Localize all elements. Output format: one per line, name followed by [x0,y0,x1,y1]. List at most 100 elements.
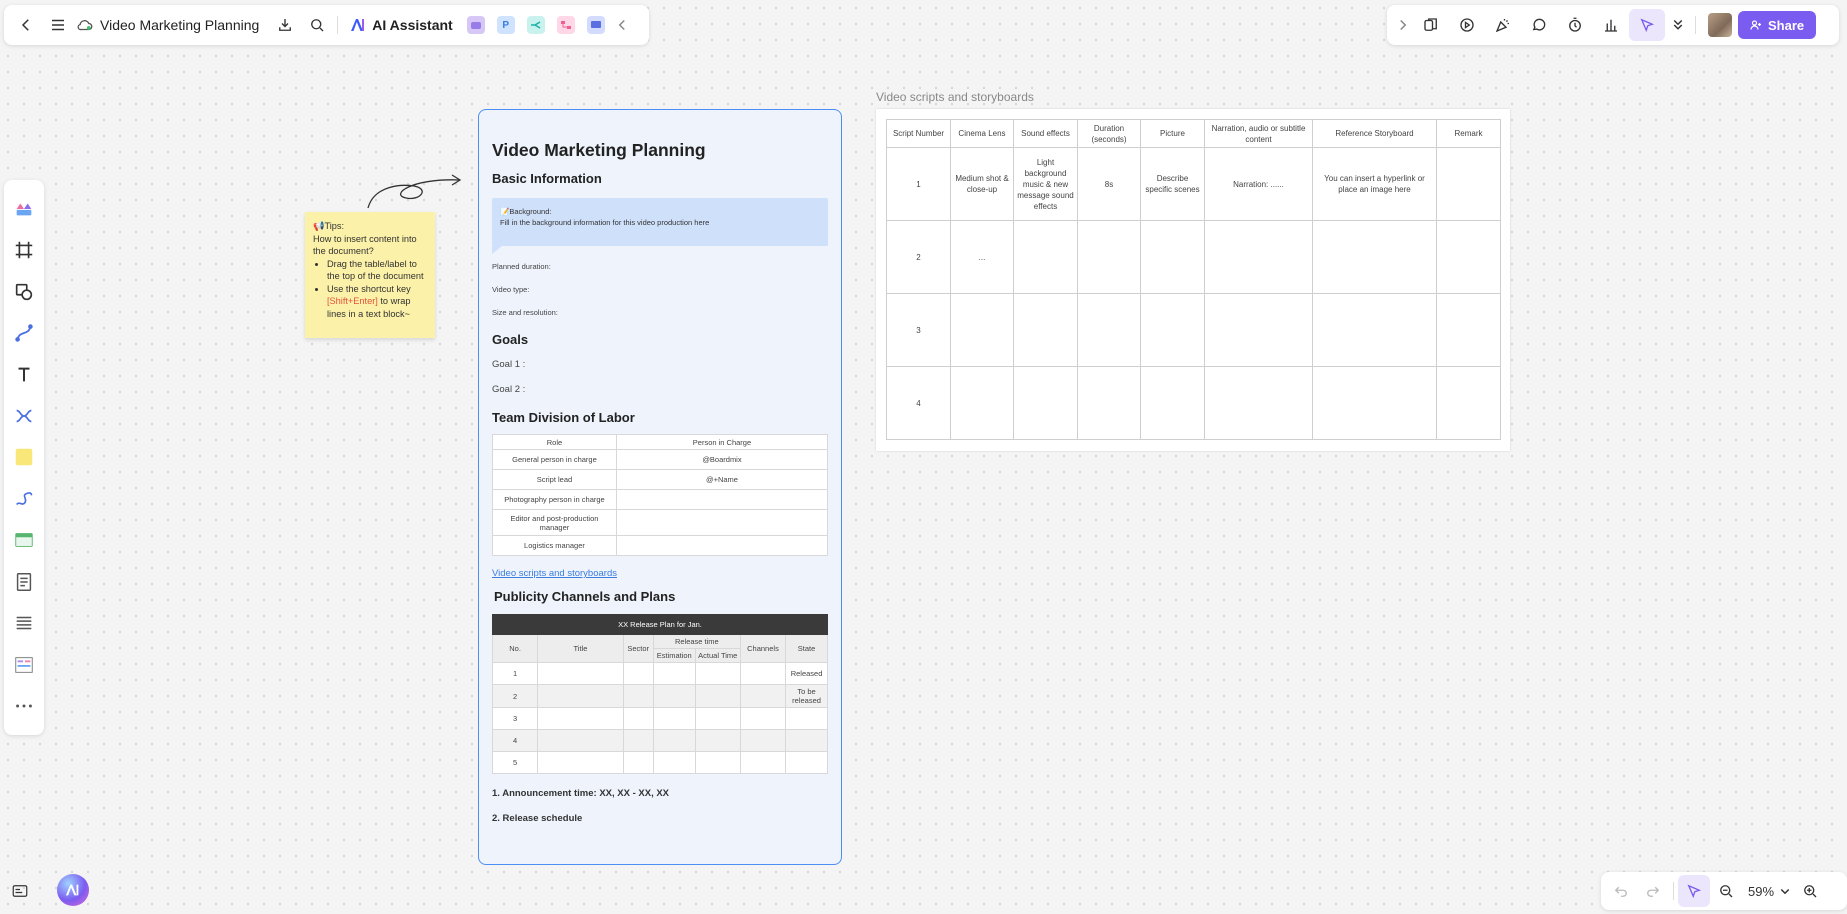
storyboard-link[interactable]: Video scripts and storyboards [492,568,828,579]
release-cell[interactable]: 3 [491,707,539,730]
sb-cell[interactable]: Narration: ...... [1204,147,1313,221]
storyboard-frame-title[interactable]: Video scripts and storyboards [876,90,1034,104]
sb-cell[interactable]: Describe specific scenes [1140,147,1205,221]
release-cell[interactable] [739,729,787,752]
share-button[interactable]: Share [1738,11,1817,39]
sb-cell[interactable]: 4 [886,366,951,440]
sb-cell[interactable] [1436,293,1501,367]
collapse-chevron-icon[interactable] [611,9,633,41]
present-play-icon[interactable] [1449,9,1485,41]
release-cell[interactable] [785,707,828,730]
sb-cell[interactable] [1312,293,1437,367]
template-icon[interactable] [1413,9,1449,41]
sb-cell[interactable]: 1 [886,147,951,221]
ai-orb-button[interactable] [57,874,89,906]
release-cell[interactable]: To be released [785,684,828,708]
sb-cell[interactable] [1204,293,1313,367]
redo-icon[interactable] [1637,875,1669,907]
shape-icon[interactable] [8,274,40,310]
release-cell[interactable] [537,707,624,730]
release-cell[interactable] [739,662,787,685]
release-cell[interactable] [622,684,654,708]
release-cell[interactable] [622,662,654,685]
release-cell[interactable]: Released [785,662,828,685]
sb-cell[interactable]: 3 [886,293,951,367]
sb-cell[interactable] [1077,220,1141,294]
team-cell[interactable]: Logistics manager [492,535,617,556]
document-icon[interactable] [8,564,40,600]
zoom-in-icon[interactable] [1794,875,1826,907]
release-cell[interactable]: 4 [491,729,539,752]
sb-cell[interactable] [1077,293,1141,367]
team-cell[interactable] [615,489,829,510]
search-icon[interactable] [301,9,333,41]
release-cell[interactable] [622,729,654,752]
team-cell[interactable]: @+Name [615,469,829,490]
sb-cell[interactable] [1077,366,1141,440]
background-callout[interactable]: 📝Background: Fill in the background info… [492,198,828,254]
sb-cell[interactable] [1140,220,1205,294]
sb-cell[interactable] [1013,220,1078,294]
sb-cell[interactable] [1204,220,1313,294]
sb-cell[interactable] [950,293,1014,367]
planning-document[interactable]: Video Marketing Planning Basic Informati… [478,109,842,865]
layout-icon[interactable] [8,647,40,683]
select-cursor-icon[interactable] [1678,875,1710,907]
comment-plugin-icon[interactable] [586,16,605,34]
text-icon[interactable] [8,357,40,393]
back-icon[interactable] [10,9,42,41]
sb-cell[interactable] [1312,220,1437,294]
mindmap-icon[interactable] [8,398,40,434]
release-cell[interactable] [694,751,741,774]
download-icon[interactable] [269,9,301,41]
sb-cell[interactable] [1436,147,1501,221]
connector-arrow[interactable] [360,168,470,218]
sb-cell[interactable] [1436,220,1501,294]
sb-cell[interactable] [1204,366,1313,440]
zoom-chevron-down-icon[interactable] [1776,875,1794,907]
sb-cell[interactable]: 2 [886,220,951,294]
release-cell[interactable] [739,684,787,708]
mindmap-plugin-icon[interactable] [526,16,545,34]
storyboard-frame[interactable]: Script Number Cinema Lens Sound effects … [876,109,1510,451]
release-cell[interactable] [652,729,696,752]
release-cell[interactable] [537,729,624,752]
release-cell[interactable]: 1 [491,662,539,685]
release-cell[interactable] [537,684,624,708]
release-cell[interactable] [537,662,624,685]
sb-cell[interactable]: 8s [1077,147,1141,221]
user-avatar[interactable] [1708,13,1732,37]
table-icon[interactable] [8,522,40,558]
release-cell[interactable] [694,684,741,708]
image-plugin-icon[interactable] [466,16,485,34]
release-cell[interactable]: 2 [491,684,539,708]
sb-cell[interactable] [1312,366,1437,440]
list-icon[interactable] [8,605,40,641]
sb-cell[interactable]: Light background music & new message sou… [1013,147,1078,221]
timer-icon[interactable] [1557,9,1593,41]
flow-plugin-icon[interactable] [556,16,575,34]
ai-assistant-button[interactable]: AI Assistant [342,17,460,33]
release-cell[interactable] [622,707,654,730]
sb-cell[interactable]: You can insert a hyperlink or place an i… [1312,147,1437,221]
sticky-note[interactable]: 📢Tips: How to insert content into the do… [305,212,435,338]
follow-cursor-icon[interactable] [1629,9,1665,41]
comment-icon[interactable] [1521,9,1557,41]
storyboard-table[interactable]: Script Number Cinema Lens Sound effects … [886,119,1501,440]
sb-cell[interactable]: Medium shot & close-up [950,147,1014,221]
sb-cell[interactable] [1436,366,1501,440]
release-cell[interactable] [739,751,787,774]
sticky-note-icon[interactable] [8,439,40,475]
team-cell[interactable]: @Boardmix [615,449,829,470]
release-cell[interactable] [739,707,787,730]
zoom-out-icon[interactable] [1710,875,1742,907]
more-chevron-down-icon[interactable] [1665,9,1691,41]
release-cell[interactable] [785,751,828,774]
release-cell[interactable] [694,662,741,685]
release-cell[interactable] [622,751,654,774]
team-cell[interactable]: General person in charge [492,449,617,470]
more-tools-icon[interactable] [8,688,40,724]
expand-chevron-icon[interactable] [1393,9,1413,41]
release-cell[interactable] [694,707,741,730]
team-table[interactable]: Role Person in Charge General person in c… [492,434,829,556]
